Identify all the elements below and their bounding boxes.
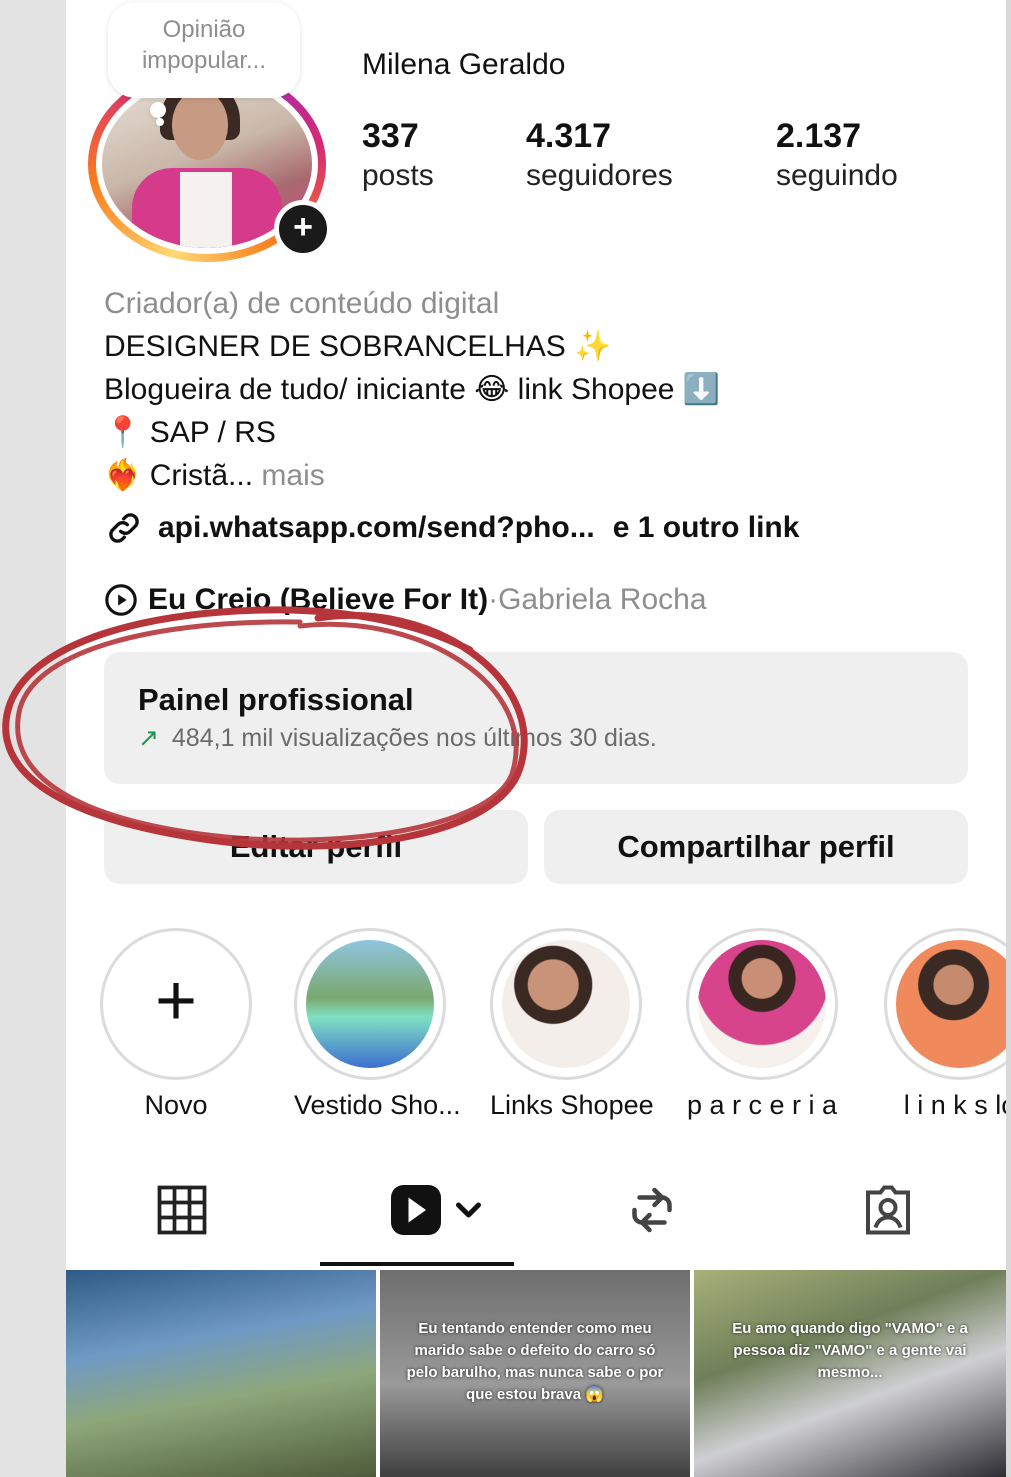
tagged-icon[interactable] — [858, 1180, 918, 1240]
post-thumbnail[interactable]: Eu amo quando digo "VAMO" e a pessoa diz… — [694, 1270, 1006, 1477]
repost-icon[interactable] — [622, 1180, 682, 1240]
music-title: Eu Creio (Believe For It) — [148, 583, 489, 616]
highlight-cover — [698, 940, 826, 1068]
highlight-cover — [896, 940, 1006, 1068]
bio-line-2: Blogueira de tudo/ iniciante 😂 link Shop… — [104, 372, 721, 407]
highlight-cover — [306, 940, 434, 1068]
profile-username: Milena Geraldo — [362, 48, 566, 81]
dashboard-subtitle: ↗ 484,1 mil visualizações nos últimos 30… — [138, 723, 657, 752]
highlight-new[interactable]: + Novo — [100, 928, 252, 1121]
share-profile-button[interactable]: Compartilhar perfil — [544, 810, 968, 884]
highlight-item[interactable]: l i n k s lo — [884, 928, 1006, 1121]
sparkles-icon: ✨ — [574, 329, 612, 364]
plus-icon: + — [154, 961, 198, 1041]
profile-link[interactable]: api.whatsapp.com/send?pho... e 1 outro l… — [104, 508, 799, 548]
trend-up-icon: ↗ — [138, 723, 159, 752]
add-story-icon[interactable]: + — [274, 200, 332, 258]
down-arrow-icon: ⬇️ — [682, 372, 721, 407]
profile-tabs — [66, 1150, 1006, 1266]
link-url: api.whatsapp.com/send?pho... — [158, 511, 595, 544]
music-artist: Gabriela Rocha — [498, 583, 707, 616]
play-circle-icon — [105, 584, 137, 616]
highlight-item[interactable]: Vestido Sho... — [294, 928, 461, 1121]
laughing-emoji-icon: 😂 — [474, 372, 510, 407]
professional-dashboard[interactable]: Painel profissional ↗ 484,1 mil visualiz… — [104, 652, 968, 784]
stat-following[interactable]: 2.137 seguindo — [776, 116, 898, 196]
stat-posts[interactable]: 337 posts — [362, 116, 434, 196]
reels-icon[interactable] — [386, 1180, 486, 1240]
profile-bio: Criador(a) de conteúdo digital DESIGNER … — [104, 282, 720, 497]
highlight-item[interactable]: p a r c e r i a — [686, 928, 838, 1121]
grid-icon[interactable] — [152, 1180, 212, 1240]
profile-screen: + Opinião impopular... Milena Geraldo 33… — [66, 0, 1006, 1477]
bio-line-3: 📍 SAP / RS — [104, 415, 276, 450]
heart-on-fire-icon: ❤️‍🔥 — [104, 458, 142, 493]
dashboard-title: Painel profissional — [138, 682, 414, 717]
bio-more-link[interactable]: mais — [261, 459, 324, 492]
post-thumbnail[interactable]: Eu tentando entender como meu marido sab… — [380, 1270, 690, 1477]
profile-music[interactable]: Eu Creio (Believe For It) · Gabriela Roc… — [104, 583, 707, 617]
edit-profile-button[interactable]: Editar perfil — [104, 810, 528, 884]
active-tab-indicator — [320, 1262, 514, 1266]
bio-line-1: DESIGNER DE SOBRANCELHAS ✨ — [104, 329, 612, 364]
post-grid: Eu tentando entender como meu marido sab… — [66, 1270, 1006, 1477]
pin-icon: 📍 — [104, 415, 142, 450]
post-thumbnail[interactable] — [66, 1270, 376, 1477]
profile-note[interactable]: Opinião impopular... — [108, 2, 300, 98]
highlight-item[interactable]: Links Shopee — [490, 928, 654, 1121]
bio-line-4: ❤️‍🔥 Cristã... mais — [104, 458, 325, 493]
stat-followers[interactable]: 4.317 seguidores — [526, 116, 673, 196]
link-icon — [109, 513, 139, 543]
link-extra: e 1 outro link — [612, 511, 800, 544]
highlight-cover — [502, 940, 630, 1068]
note-text: Opinião impopular... — [141, 16, 267, 74]
profile-category: Criador(a) de conteúdo digital — [104, 287, 500, 320]
